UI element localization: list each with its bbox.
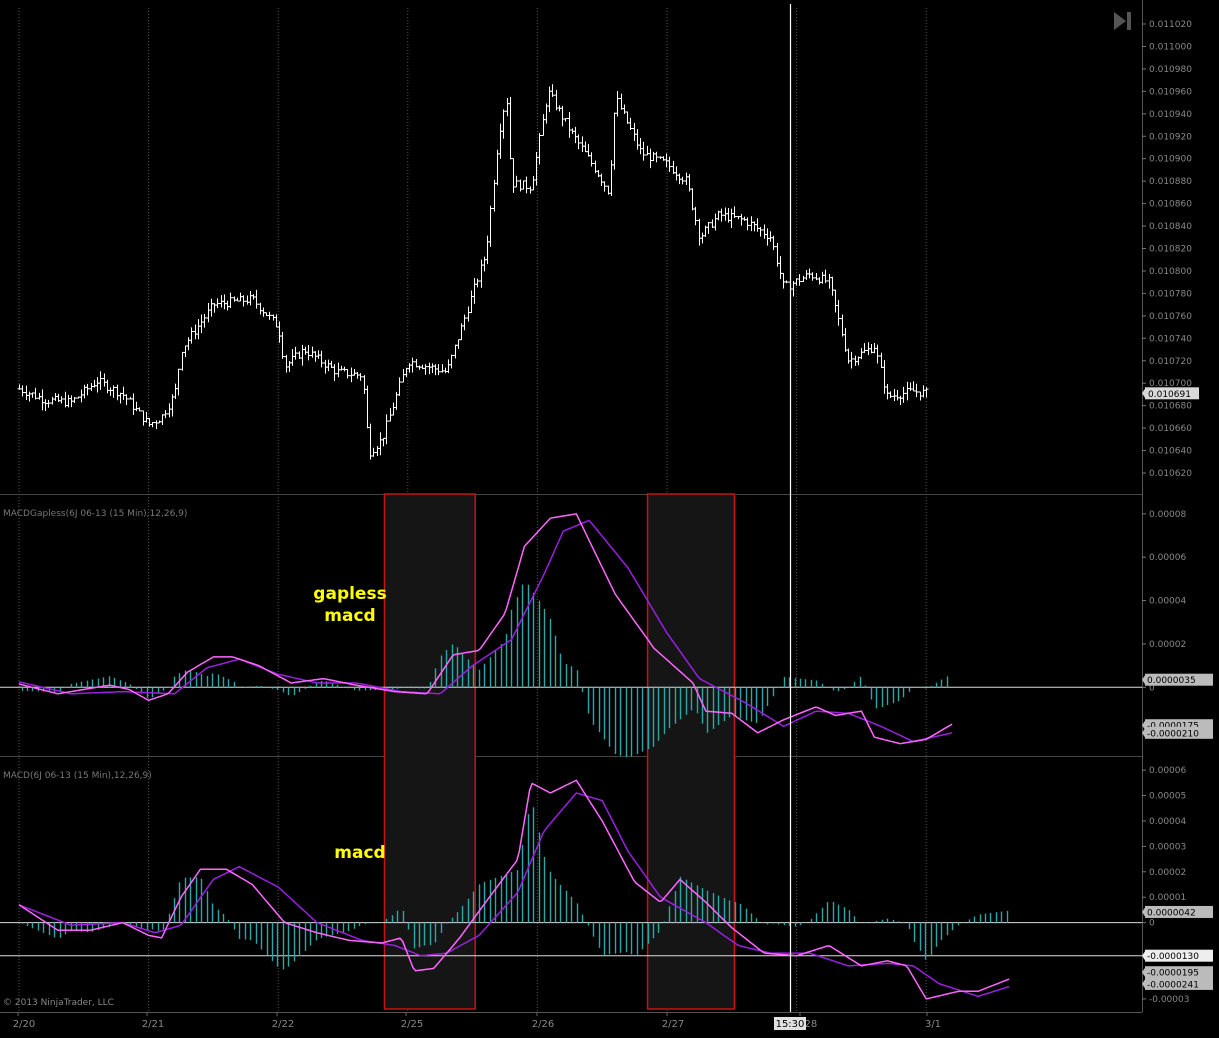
indicator-tick-label: 0.00006 [1149,553,1186,563]
indicator-title: MACD(6J 06-13 (15 Min),12,26,9) [3,771,152,781]
macd-line [18,513,953,745]
price-tick-label: 0.010920 [1149,132,1192,142]
price-tick-label: 0.011000 [1149,42,1192,52]
last-price-label: 0.010691 [1148,390,1191,400]
price-tick-label: 0.010760 [1149,312,1192,322]
price-tick-label: 0.010960 [1149,87,1192,97]
date-label: 2/26 [532,1019,554,1030]
indicator-tick-label: 0 [1149,919,1155,929]
price-tick-label: 0.010660 [1149,424,1192,434]
value-badge-label: -0.0000241 [1147,980,1199,990]
value-badge-label: -0.0000130 [1147,952,1199,962]
skip-to-end-icon[interactable] [1114,12,1126,30]
value-badge-label: 0.0000035 [1147,676,1196,686]
date-label: 2/27 [662,1019,684,1030]
price-tick-label: 0.010620 [1149,469,1192,479]
price-tick-label: 0.010740 [1149,334,1192,344]
indicator-tick-label: 0.00005 [1149,792,1186,802]
price-tick-label: 0.010860 [1149,200,1192,210]
indicator-tick-label: 0.00006 [1149,766,1186,776]
price-tick-label: 0.010720 [1149,357,1192,367]
annotation-macd-lower: macd [334,843,385,863]
indicator-tick-label: 0.00001 [1149,893,1186,903]
value-badge-label: -0.0000210 [1147,729,1199,739]
price-tick-label: 0.010820 [1149,245,1192,255]
price-tick-label: 0.011020 [1149,20,1192,30]
annotation-macd: macd [324,606,375,626]
price-tick-label: 0.010780 [1149,289,1192,299]
date-label: 2/21 [142,1019,164,1030]
price-tick-label: 0.010640 [1149,447,1192,457]
skip-to-end-icon-bar[interactable] [1127,12,1131,30]
price-tick-label: 0.010880 [1149,177,1192,187]
indicator-tick-label: 0.00002 [1149,868,1186,878]
macd-line [18,779,1010,1000]
price-tick-label: 0.010680 [1149,402,1192,412]
price-tick-label: 0.010800 [1149,267,1192,277]
copyright-text: © 2013 NinjaTrader, LLC [3,998,114,1008]
indicator-tick-label: 0.00008 [1149,510,1186,520]
chart-canvas[interactable]: 2/202/212/222/252/262/272/283/10.0110200… [0,0,1219,1038]
price-tick-label: 0.010840 [1149,222,1192,232]
date-label: 2/22 [272,1019,294,1030]
indicator-title: MACDGapless(6J 06-13 (15 Min),12,26,9) [3,509,187,519]
price-tick-label: 0.010940 [1149,110,1192,120]
chart-window: 2/202/212/222/252/262/272/283/10.0110200… [0,0,1219,1038]
indicator-tick-label: 0.00004 [1149,817,1186,827]
date-label: 2/25 [401,1019,423,1030]
cursor-time-label: 15:30 [776,1019,805,1030]
value-badge-label: -0.0000195 [1147,969,1199,979]
value-badge-label: 0.0000042 [1147,908,1196,918]
indicator-tick-label: 0.00004 [1149,597,1186,607]
highlight-box [646,493,736,1010]
annotation-gapless: gapless [313,584,386,604]
price-tick-label: 0.010980 [1149,65,1192,75]
indicator-tick-label: -0.00003 [1149,995,1189,1005]
date-label: 2/20 [13,1019,35,1030]
indicator-tick-label: 0.00002 [1149,640,1186,650]
indicator-tick-label: 0.00003 [1149,842,1186,852]
date-label: 3/1 [925,1019,941,1030]
price-tick-label: 0.010900 [1149,155,1192,165]
